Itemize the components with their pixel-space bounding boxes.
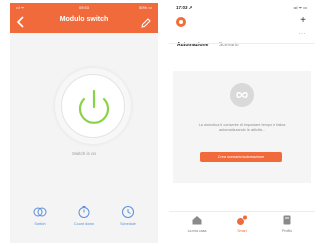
status-time: 09:53: [78, 5, 89, 10]
empty-state-text: La domotica ti consente di impostare tem…: [198, 123, 286, 133]
toggle-icon: [33, 207, 47, 217]
automation-screen: 17:03 ➚ ••l ᯤ ▭ + Automazione Scenario ·…: [169, 3, 315, 243]
home-icon: [192, 216, 202, 225]
status-time: 17:03 ➚: [176, 5, 193, 10]
switch-state-label: Switch is on: [71, 151, 96, 156]
device-control-screen: ••l ᯤ 09:53 50% ▭ Modulo switch Switch i…: [10, 3, 158, 243]
switch-action-label: Switch: [34, 222, 46, 226]
bottom-nav: La mia casa Smart Profilo: [169, 214, 315, 239]
tab-bar: Automazione Scenario: [177, 33, 245, 48]
pencil-icon: [141, 18, 151, 28]
empty-state-icon: [230, 83, 254, 107]
smart-icon: [237, 215, 247, 225]
bottom-divider: [169, 211, 315, 212]
nav-label-home: La mia casa: [187, 229, 207, 233]
schedule-action-button[interactable]: Schedule: [108, 205, 148, 235]
status-indicators: ••l ᯤ ▭: [293, 5, 307, 10]
switch-action-button[interactable]: Switch: [20, 205, 60, 235]
nav-label-smart: Smart: [237, 229, 247, 233]
nav-item-smart[interactable]: Smart: [222, 214, 262, 233]
page-title: Modulo switch: [59, 16, 109, 23]
nav-item-profile[interactable]: Profilo: [267, 214, 307, 233]
add-button[interactable]: +: [300, 16, 306, 26]
schedule-action-label: Schedule: [120, 222, 136, 226]
action-bar: Switch Count down Schedule: [10, 205, 158, 235]
countdown-action-label: Count down: [73, 222, 95, 226]
power-button-face: [61, 74, 125, 138]
avatar-icon: [179, 20, 183, 24]
edit-button[interactable]: [140, 16, 152, 28]
infinity-icon: [236, 92, 248, 98]
battery-indicator: 50% ▭: [139, 5, 152, 10]
empty-state-card: La domotica ti consente di impostare tem…: [173, 71, 311, 183]
status-bar: 17:03 ➚ ••l ᯤ ▭: [169, 3, 315, 13]
profile-icon: [283, 215, 291, 225]
nav-item-home[interactable]: La mia casa: [177, 214, 217, 233]
clock-icon: [122, 206, 134, 218]
timer-icon: [78, 206, 90, 218]
power-icon: [78, 89, 110, 124]
more-button[interactable]: ···: [299, 31, 307, 37]
avatar[interactable]: [176, 17, 186, 27]
header-bar: ••l ᯤ 09:53 50% ▭ Modulo switch: [10, 3, 158, 33]
create-scenario-button[interactable]: Crea scenario/automazione: [200, 152, 282, 162]
nav-label-profile: Profilo: [282, 229, 292, 233]
power-button[interactable]: [55, 68, 131, 144]
countdown-action-button[interactable]: Count down: [64, 205, 104, 235]
divider: [169, 43, 315, 44]
status-bar: ••l ᯤ 09:53 50% ▭: [10, 3, 158, 13]
